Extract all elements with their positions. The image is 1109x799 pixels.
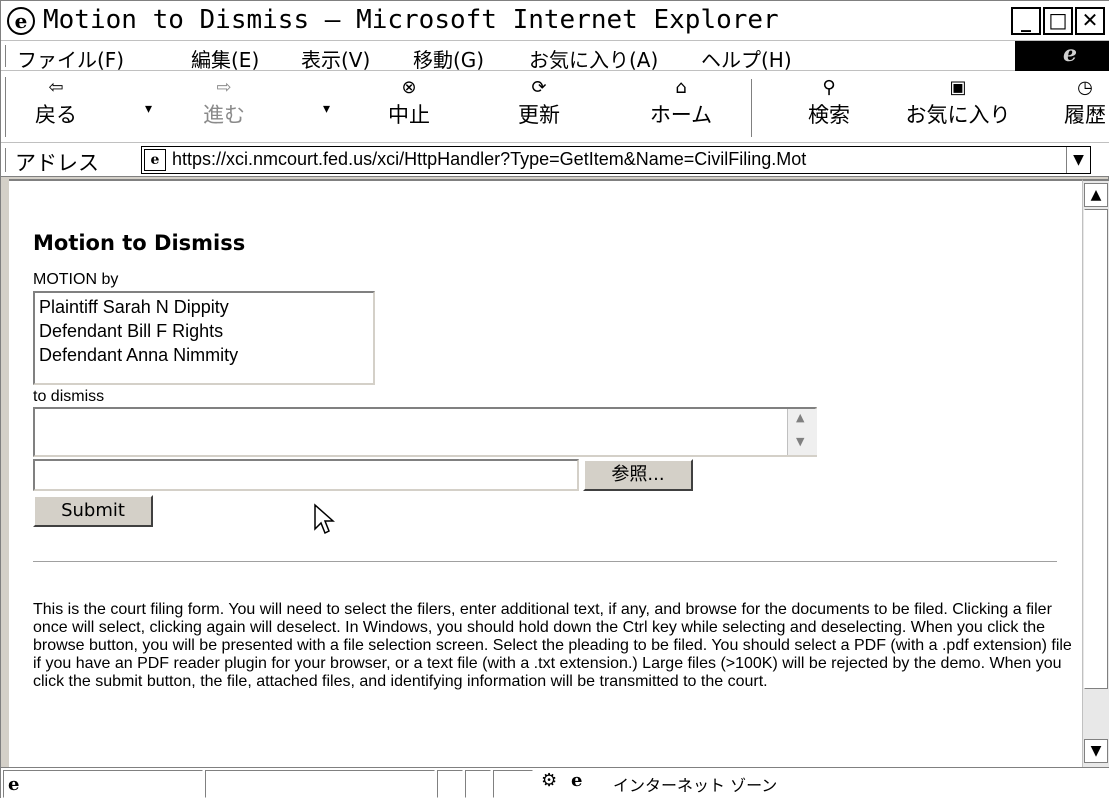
- filer-option[interactable]: Defendant Bill F Rights: [39, 319, 369, 343]
- history-label: 履歴: [1064, 103, 1106, 127]
- forward-arrow-icon: ⇨: [216, 77, 232, 98]
- scrollbar-thumb[interactable]: [1084, 209, 1108, 689]
- mouse-pointer-icon: [314, 503, 335, 535]
- instructions-text: This is the court filing form. You will …: [33, 601, 1072, 690]
- scroll-up-icon[interactable]: ▲: [796, 411, 804, 424]
- address-bar: アドレス e https://xci.nmcourt.fed.us/xci/Ht…: [1, 143, 1109, 177]
- ie-page-icon: e: [8, 774, 20, 795]
- favorites-icon: ▣: [949, 77, 967, 98]
- address-field[interactable]: e https://xci.nmcourt.fed.us/xci/HttpHan…: [141, 146, 1091, 174]
- menu-view[interactable]: 表示(V): [301, 44, 370, 73]
- stop-button[interactable]: ⊗ 中止: [381, 77, 437, 129]
- search-icon: ⚲: [822, 77, 836, 98]
- refresh-label: 更新: [518, 103, 560, 127]
- ie-throbber: e: [1015, 41, 1109, 71]
- menu-edit[interactable]: 編集(E): [191, 44, 259, 73]
- addressbar-grip[interactable]: [5, 148, 8, 172]
- page-scrollbar[interactable]: ▲ ▼: [1082, 179, 1109, 767]
- toolbar-separator: [751, 79, 753, 137]
- back-history-dropdown[interactable]: ▾: [145, 101, 152, 117]
- menu-go[interactable]: 移動(G): [413, 44, 484, 73]
- address-dropdown-button[interactable]: ▼: [1066, 147, 1090, 173]
- page-icon: e: [144, 149, 166, 171]
- status-pane-progress: [205, 770, 435, 798]
- status-pane-main: e: [3, 770, 203, 798]
- status-pane-lock: [465, 770, 491, 798]
- menu-file[interactable]: ファイル(F): [17, 44, 124, 73]
- refresh-button[interactable]: ⟳ 更新: [511, 77, 567, 129]
- history-icon: ◷: [1077, 77, 1093, 98]
- ie-logo-icon: e: [7, 7, 35, 35]
- favorites-label: お気に入り: [905, 103, 1011, 127]
- status-pane-offline: [437, 770, 463, 798]
- toolbar-grip[interactable]: [5, 77, 8, 137]
- page-title: Motion to Dismiss: [33, 231, 246, 255]
- stop-icon: ⊗: [401, 77, 417, 98]
- window-title: Motion to Dismiss – Microsoft Internet E…: [43, 5, 779, 35]
- refresh-icon: ⟳: [531, 77, 547, 98]
- file-path-input[interactable]: [33, 459, 579, 491]
- scroll-up-arrow-icon[interactable]: ▲: [1084, 183, 1108, 207]
- horizontal-rule: [33, 561, 1057, 563]
- back-label: 戻る: [35, 103, 77, 127]
- filer-option[interactable]: Plaintiff Sarah N Dippity: [39, 295, 369, 319]
- forward-button[interactable]: ⇨ 進む: [199, 77, 249, 129]
- textarea-scrollbar[interactable]: ▲ ▼: [787, 409, 817, 455]
- to-dismiss-label: to dismiss: [33, 388, 105, 405]
- close-button[interactable]: ✕: [1075, 7, 1105, 35]
- filer-listbox[interactable]: Plaintiff Sarah N Dippity Defendant Bill…: [33, 291, 375, 385]
- favorites-button[interactable]: ▣ お気に入り: [893, 77, 1023, 129]
- page-content: Motion to Dismiss MOTION by Plaintiff Sa…: [9, 179, 1082, 767]
- address-url[interactable]: https://xci.nmcourt.fed.us/xci/HttpHandl…: [172, 149, 806, 170]
- title-bar: e Motion to Dismiss – Microsoft Internet…: [1, 1, 1109, 41]
- status-bar: e ⚙ e インターネット ゾーン: [1, 767, 1109, 799]
- browse-button[interactable]: 参照...: [583, 459, 693, 491]
- menu-favorites[interactable]: お気に入り(A): [529, 44, 658, 73]
- menu-bar: ファイル(F) 編集(E) 表示(V) 移動(G) お気に入り(A) ヘルプ(H…: [1, 41, 1109, 73]
- security-zone-label: インターネット ゾーン: [613, 776, 778, 795]
- home-label: ホーム: [649, 103, 713, 127]
- forward-history-dropdown[interactable]: ▾: [323, 101, 330, 117]
- maximize-button[interactable]: □: [1043, 7, 1073, 35]
- menu-help[interactable]: ヘルプ(H): [701, 44, 792, 73]
- filer-option[interactable]: Defendant Anna Nimmity: [39, 343, 369, 367]
- internet-zone-icon: e: [571, 770, 583, 791]
- scroll-down-icon[interactable]: ▼: [796, 435, 804, 448]
- forward-label: 進む: [203, 103, 245, 127]
- home-button[interactable]: ⌂ ホーム: [641, 77, 721, 129]
- menubar-grip[interactable]: [5, 45, 8, 67]
- search-button[interactable]: ⚲ 検索: [801, 77, 857, 129]
- back-button[interactable]: ⇦ 戻る: [31, 77, 81, 129]
- motion-by-label: MOTION by: [33, 271, 119, 288]
- status-pane-privacy: [493, 770, 533, 798]
- ie-throbber-icon: e: [1063, 41, 1077, 67]
- submit-button[interactable]: Submit: [33, 495, 153, 527]
- stop-label: 中止: [388, 103, 430, 127]
- home-icon: ⌂: [675, 77, 687, 98]
- dismiss-textarea[interactable]: [33, 407, 817, 457]
- browser-window: e Motion to Dismiss – Microsoft Internet…: [0, 0, 1109, 799]
- globe-zone-icon: ⚙: [541, 770, 558, 791]
- standard-toolbar: ⇦ 戻る ▾ ⇨ 進む ▾ ⊗ 中止 ⟳ 更新 ⌂ ホーム ⚲ 検索 ▣ お気に…: [1, 71, 1109, 143]
- back-arrow-icon: ⇦: [48, 77, 64, 98]
- minimize-button[interactable]: _: [1011, 7, 1041, 35]
- search-label: 検索: [808, 103, 850, 127]
- address-label: アドレス: [15, 151, 99, 175]
- scroll-down-arrow-icon[interactable]: ▼: [1084, 739, 1108, 763]
- history-button[interactable]: ◷ 履歴: [1061, 77, 1109, 129]
